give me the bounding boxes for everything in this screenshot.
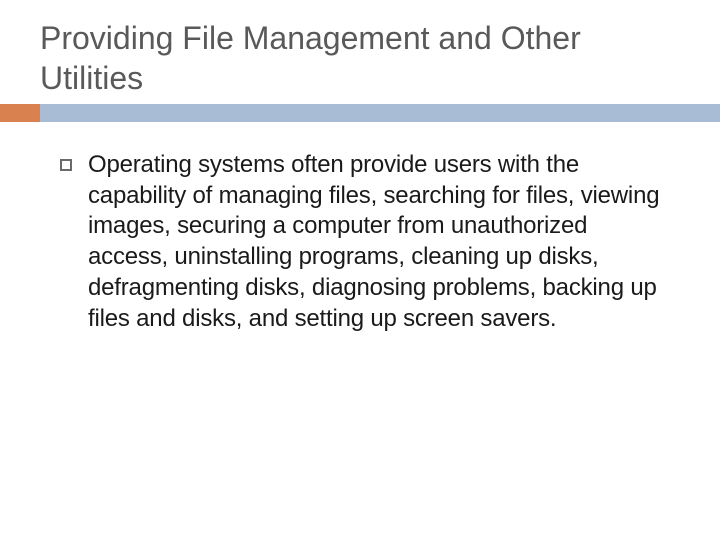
title-area: Providing File Management and Other Util… — [0, 0, 720, 98]
square-bullet-icon — [60, 159, 72, 171]
accent-orange-block — [0, 104, 40, 122]
accent-blue-bar — [40, 104, 720, 122]
slide-title: Providing File Management and Other Util… — [40, 18, 680, 98]
body-text: Operating systems often provide users wi… — [88, 150, 660, 334]
bullet-item: Operating systems often provide users wi… — [60, 150, 660, 334]
content-area: Operating systems often provide users wi… — [0, 122, 720, 334]
accent-underline — [0, 104, 720, 122]
